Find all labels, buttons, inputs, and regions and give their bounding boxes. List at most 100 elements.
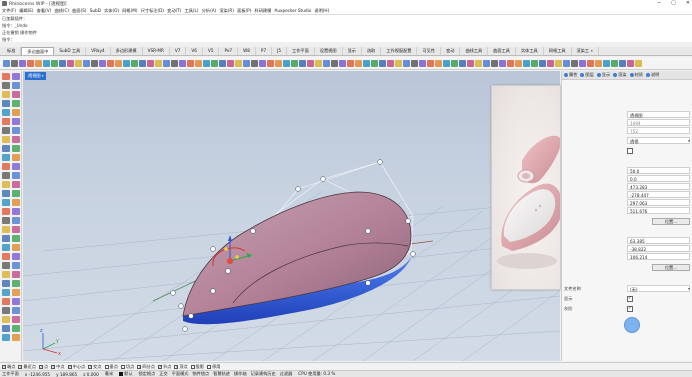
palette-tool-icon[interactable] bbox=[2, 181, 10, 188]
palette-tool-icon[interactable] bbox=[2, 325, 10, 332]
toolbar-tool-icon[interactable] bbox=[411, 59, 418, 67]
toolbar-tool-icon[interactable] bbox=[59, 59, 66, 67]
palette-tool-icon[interactable] bbox=[2, 172, 10, 179]
palette-tool-icon[interactable] bbox=[2, 280, 10, 287]
osnap-checkbox[interactable]: ✓ bbox=[88, 364, 93, 369]
toolbar-tool-icon[interactable] bbox=[139, 59, 146, 67]
palette-tool-icon[interactable] bbox=[2, 73, 10, 80]
property-field[interactable]: 50.0 bbox=[627, 167, 690, 174]
menu-item[interactable]: 科研建模 bbox=[255, 8, 272, 14]
osnap-checkbox[interactable] bbox=[207, 364, 212, 369]
palette-tool-icon[interactable] bbox=[2, 235, 10, 242]
panel-tab[interactable]: 图层 bbox=[580, 72, 594, 78]
toolbar-tool-icon[interactable] bbox=[403, 59, 410, 67]
toolbar-tool-icon[interactable] bbox=[19, 59, 26, 67]
palette-tool-icon[interactable] bbox=[12, 208, 20, 215]
toolbar-tool-icon[interactable] bbox=[515, 59, 522, 67]
menu-item[interactable]: 说明(H) bbox=[314, 8, 329, 14]
toolbar-tab[interactable]: V7 bbox=[170, 47, 187, 55]
toolbar-tool-icon[interactable] bbox=[179, 59, 186, 67]
toolbar-tab[interactable]: V5 bbox=[203, 47, 220, 55]
palette-tool-icon[interactable] bbox=[2, 226, 10, 233]
toolbar-tool-icon[interactable] bbox=[315, 59, 322, 67]
close-button[interactable]: ✕ bbox=[686, 0, 690, 6]
toolbar-tool-icon[interactable] bbox=[27, 59, 34, 67]
toolbar-tab[interactable]: 标准 bbox=[2, 47, 22, 55]
palette-tool-icon[interactable] bbox=[12, 190, 20, 197]
toolbar-tab[interactable]: V6 bbox=[186, 47, 203, 55]
toolbar-tab[interactable]: 曲线工具 bbox=[460, 47, 489, 55]
toolbar-tool-icon[interactable] bbox=[307, 59, 314, 67]
toolbar-tool-icon[interactable] bbox=[251, 59, 258, 67]
palette-tool-icon[interactable] bbox=[2, 253, 10, 260]
toolbar-tool-icon[interactable] bbox=[67, 59, 74, 67]
osnap-checkbox[interactable]: ✓ bbox=[174, 364, 179, 369]
property-checkbox[interactable]: ✓ bbox=[627, 306, 633, 312]
property-field[interactable]: 511.676 bbox=[627, 207, 690, 214]
osnap-checkbox[interactable] bbox=[120, 364, 125, 369]
perspective-viewport[interactable]: z y x 透视图 bbox=[23, 71, 560, 361]
property-field[interactable]: 752 bbox=[627, 127, 690, 134]
osnap-option[interactable]: 停用 bbox=[207, 364, 220, 370]
palette-tool-icon[interactable] bbox=[2, 100, 10, 107]
osnap-checkbox[interactable]: ✓ bbox=[18, 364, 23, 369]
toolbar-tab[interactable]: VSR-MR bbox=[143, 47, 170, 55]
property-dropdown[interactable]: 透视 bbox=[627, 137, 690, 144]
toolbar-tool-icon[interactable] bbox=[475, 59, 482, 67]
panel-tab[interactable]: 渲染 bbox=[613, 72, 627, 78]
osnap-checkbox[interactable]: ✓ bbox=[2, 364, 6, 369]
palette-tool-icon[interactable] bbox=[2, 145, 10, 152]
menu-item[interactable]: 曲面(S) bbox=[72, 8, 86, 14]
menu-item[interactable]: 实体(O) bbox=[104, 8, 119, 14]
menu-item[interactable]: 渲染(R) bbox=[219, 8, 234, 14]
property-dropdown[interactable]: (无) bbox=[627, 285, 690, 292]
palette-tool-icon[interactable] bbox=[12, 136, 20, 143]
toolbar-tool-icon[interactable] bbox=[107, 59, 114, 67]
toolbar-tool-icon[interactable] bbox=[603, 59, 610, 67]
toolbar-tool-icon[interactable] bbox=[187, 59, 194, 67]
toolbar-tool-icon[interactable] bbox=[155, 59, 162, 67]
palette-tool-icon[interactable] bbox=[2, 307, 10, 314]
toolbar-tool-icon[interactable] bbox=[555, 59, 562, 67]
property-field[interactable]: 297.063 bbox=[627, 199, 690, 206]
toolbar-tool-icon[interactable] bbox=[163, 59, 170, 67]
toolbar-tool-icon[interactable] bbox=[379, 59, 386, 67]
toolbar-tool-icon[interactable] bbox=[35, 59, 42, 67]
toolbar-tool-icon[interactable] bbox=[531, 59, 538, 67]
osnap-option[interactable]: ✓ 点 bbox=[38, 364, 48, 370]
toolbar-tool-icon[interactable] bbox=[523, 59, 530, 67]
palette-tool-icon[interactable] bbox=[2, 190, 10, 197]
place-button[interactable]: 位置... bbox=[652, 218, 690, 225]
menu-item[interactable]: SubD bbox=[90, 8, 101, 13]
menu-item[interactable]: 分析(A) bbox=[202, 8, 217, 14]
toolbar-tool-icon[interactable] bbox=[499, 59, 506, 67]
toolbar-tool-icon[interactable] bbox=[387, 59, 394, 67]
palette-tool-icon[interactable] bbox=[2, 199, 10, 206]
menu-item[interactable]: 面板(P) bbox=[237, 8, 251, 14]
palette-tool-icon[interactable] bbox=[12, 307, 20, 314]
palette-tool-icon[interactable] bbox=[2, 298, 10, 305]
menu-item[interactable]: 文件(F) bbox=[2, 8, 16, 14]
osnap-option[interactable]: ✓ 端点 bbox=[2, 364, 15, 370]
palette-tool-icon[interactable] bbox=[2, 316, 10, 323]
palette-tool-icon[interactable] bbox=[12, 181, 20, 188]
status-toggle-button[interactable]: 锁定格点 bbox=[139, 371, 156, 377]
toolbar-tab[interactable]: Pe7 bbox=[219, 47, 239, 55]
toolbar-tab[interactable]: 曲面工具 bbox=[488, 47, 516, 55]
palette-tool-icon[interactable] bbox=[12, 109, 20, 116]
toolbar-tab[interactable]: 多边曲面中 bbox=[21, 47, 55, 55]
toolbar-tab[interactable]: 选取 bbox=[362, 47, 382, 55]
toolbar-tab[interactable]: 可见性 bbox=[417, 47, 442, 55]
toolbar-tool-icon[interactable] bbox=[507, 59, 514, 67]
osnap-checkbox[interactable]: ✓ bbox=[51, 364, 56, 369]
osnap-option[interactable]: ✓ 中点 bbox=[51, 364, 65, 370]
property-checkbox[interactable] bbox=[627, 148, 633, 154]
toolbar-tool-icon[interactable] bbox=[123, 59, 130, 67]
command-prompt[interactable]: 指令： bbox=[2, 36, 692, 43]
toolbar-tool-icon[interactable] bbox=[131, 59, 138, 67]
toolbar-tool-icon[interactable] bbox=[547, 59, 554, 67]
menu-item[interactable]: 查看(V) bbox=[37, 8, 52, 14]
property-field[interactable]: 0.0 bbox=[627, 175, 690, 182]
toolbar-tab[interactable]: 实体工具 bbox=[516, 47, 544, 55]
property-field[interactable]: 63.385 bbox=[627, 237, 690, 244]
